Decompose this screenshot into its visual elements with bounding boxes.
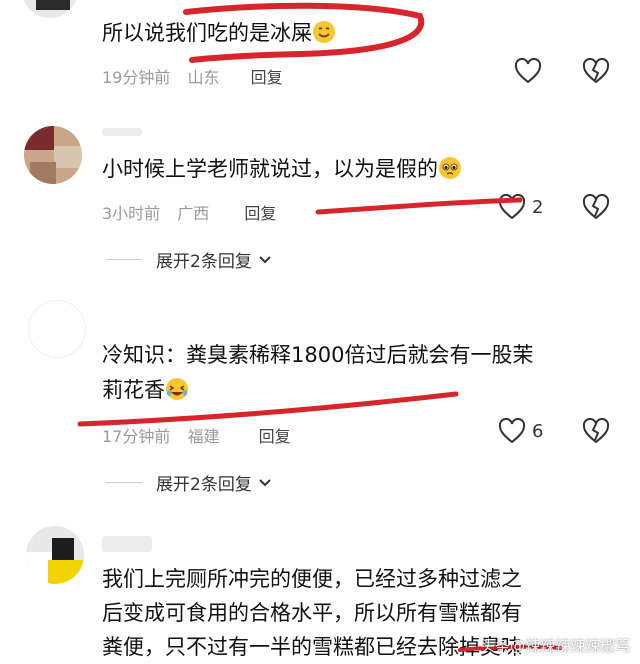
heart-icon bbox=[514, 58, 542, 84]
comment-text: 小时候上学老师就说过，以为是假的 bbox=[102, 152, 462, 186]
comment-meta: 19分钟前 山东 回复 bbox=[102, 64, 283, 88]
smile-emoji bbox=[312, 20, 336, 44]
avatar[interactable] bbox=[26, 526, 84, 584]
expand-replies-button[interactable]: 展开2条回复 bbox=[106, 247, 272, 272]
watermark: 头条@辣辣辣辣辣椒骂 bbox=[479, 637, 630, 655]
divider bbox=[106, 259, 142, 260]
dislike-button[interactable] bbox=[582, 193, 610, 224]
timestamp: 19分钟前 bbox=[102, 68, 171, 87]
username-redacted bbox=[102, 128, 142, 136]
location: 福建 bbox=[187, 427, 220, 446]
heart-icon bbox=[498, 418, 526, 444]
heart-icon bbox=[498, 194, 526, 220]
chevron-down-icon bbox=[259, 255, 271, 263]
pleading-emoji bbox=[438, 156, 462, 180]
comment-meta: 3小时前 广西 回复 bbox=[102, 200, 276, 224]
comment-text-line-1: 冷知识：粪臭素稀释1800倍过后就会有一股茉 bbox=[102, 343, 534, 367]
timestamp: 17分钟前 bbox=[102, 427, 171, 446]
dislike-button[interactable] bbox=[582, 417, 610, 448]
chevron-down-icon bbox=[259, 478, 271, 486]
timestamp: 3小时前 bbox=[102, 204, 161, 223]
comment-text-line-2: 后变成可食用的合格水平，所以所有雪糕都有 bbox=[102, 601, 522, 625]
laughing-emoji bbox=[165, 377, 189, 401]
broken-heart-icon bbox=[582, 417, 610, 444]
broken-heart-icon bbox=[582, 57, 610, 84]
like-button[interactable] bbox=[514, 58, 542, 84]
like-count: 2 bbox=[532, 196, 544, 218]
avatar[interactable] bbox=[22, 0, 78, 18]
divider bbox=[106, 482, 142, 483]
location: 山东 bbox=[187, 68, 220, 87]
username-redacted bbox=[102, 536, 152, 552]
expand-replies-button[interactable]: 展开2条回复 bbox=[106, 470, 272, 495]
comment-text-line-1: 我们上完厕所冲完的便便，已经过多种过滤之 bbox=[102, 567, 522, 591]
avatar[interactable] bbox=[24, 126, 82, 184]
like-count: 6 bbox=[532, 420, 544, 442]
like-button[interactable]: 6 bbox=[498, 418, 543, 444]
avatar[interactable] bbox=[28, 300, 86, 358]
reply-button[interactable]: 回复 bbox=[259, 423, 291, 447]
comment-text: 所以说我们吃的是冰屎 bbox=[102, 16, 336, 50]
reply-button[interactable]: 回复 bbox=[251, 64, 283, 88]
comment-meta: 17分钟前 福建 回复 bbox=[102, 423, 291, 447]
location: 广西 bbox=[177, 204, 210, 223]
broken-heart-icon bbox=[582, 193, 610, 220]
reply-button[interactable]: 回复 bbox=[244, 200, 276, 224]
like-button[interactable]: 2 bbox=[498, 194, 543, 220]
comment-text-line-2: 莉花香 bbox=[102, 373, 189, 407]
dislike-button[interactable] bbox=[582, 57, 610, 88]
comment-text-line-3: 粪便，只不过有一半的雪糕都已经去除掉臭味 bbox=[102, 635, 522, 659]
